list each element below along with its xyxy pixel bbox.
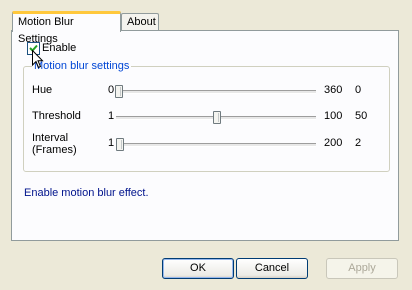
threshold-max: 100 xyxy=(324,110,343,122)
interval-min: 1 xyxy=(108,137,115,149)
hue-slider-track[interactable] xyxy=(115,85,316,98)
threshold-slider-track[interactable] xyxy=(116,111,316,124)
hue-label: Hue xyxy=(32,84,53,96)
interval-label: Interval xyxy=(32,132,69,144)
hue-min: 0 xyxy=(108,84,115,96)
apply-button[interactable]: Apply xyxy=(326,258,398,279)
hue-value: 0 xyxy=(355,84,362,96)
group-title: Motion blur settings xyxy=(32,60,132,72)
threshold-label: Threshold xyxy=(32,110,81,122)
description-text: Enable motion blur effect. xyxy=(24,187,149,199)
tab-panel: Enable Motion blur settings Hue 0 360 0 … xyxy=(11,30,399,241)
ok-button[interactable]: OK xyxy=(162,258,234,279)
threshold-value: 50 xyxy=(355,110,368,122)
hue-slider-thumb[interactable] xyxy=(115,85,123,98)
threshold-slider-thumb[interactable] xyxy=(213,111,221,124)
hue-max: 360 xyxy=(324,84,343,96)
mouse-cursor-icon xyxy=(32,50,44,69)
threshold-min: 1 xyxy=(108,110,115,122)
interval-max: 200 xyxy=(324,137,343,149)
motion-blur-settings-group: Motion blur settings Hue 0 360 0 Thresho… xyxy=(23,60,390,172)
tab-motion-blur-settings[interactable]: Motion Blur Settings xyxy=(12,11,121,45)
tab-about[interactable]: About xyxy=(121,13,159,31)
interval-value: 2 xyxy=(355,137,362,149)
cancel-button[interactable]: Cancel xyxy=(236,258,308,279)
interval-slider-thumb[interactable] xyxy=(116,138,124,151)
interval-frames-label: (Frames) xyxy=(32,144,77,156)
interval-slider-track[interactable] xyxy=(116,138,316,151)
